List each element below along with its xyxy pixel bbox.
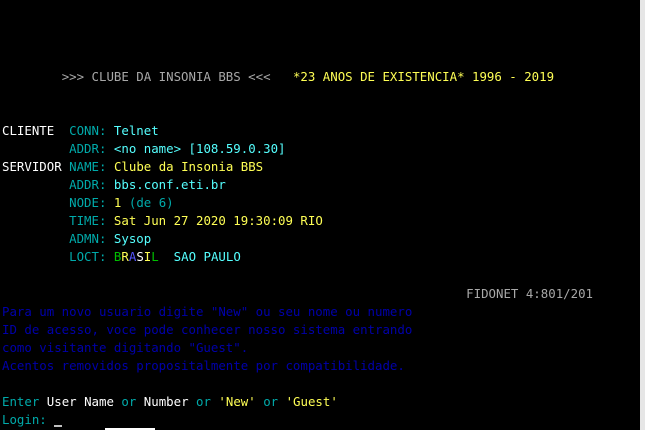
loct-letter-r: R <box>121 249 129 264</box>
server-time-label: TIME: <box>69 213 107 228</box>
prompt-user-name: User Name <box>46 394 114 409</box>
prompt-number: Number <box>143 394 189 409</box>
notice-line-3: como visitante digitando "Guest". <box>2 340 249 355</box>
server-time-value: Sat Jun 27 2020 19:30:09 RIO <box>113 213 323 228</box>
client-addr-label: ADDR: <box>69 141 107 156</box>
server-loct-label: LOCT: <box>69 249 107 264</box>
server-section-label: SERVIDOR <box>2 159 62 174</box>
loct-letter-s: S <box>136 249 144 264</box>
vertical-scrollbar[interactable] <box>640 0 645 430</box>
server-addr-row: ADDR: bbs.conf.eti.br <box>2 176 226 194</box>
client-section-label: CLIENTE <box>2 123 55 138</box>
anniversary-text: *23 ANOS DE EXISTENCIA* <box>292 69 465 84</box>
text-cursor[interactable] <box>54 425 63 427</box>
client-addr-value: <no name> [108.59.0.30] <box>113 141 286 156</box>
server-admn-value: Sysop <box>113 231 152 246</box>
server-node-label: NODE: <box>69 195 107 210</box>
server-name-value: Clube da Insonia BBS <box>113 159 264 174</box>
fidonet-address: FIDONET 4:801/201 <box>466 285 593 303</box>
server-addr-value: bbs.conf.eti.br <box>113 177 226 192</box>
server-admn-row: ADMN: Sysop <box>2 230 151 248</box>
login-input-row[interactable]: Login: <box>2 411 63 429</box>
prompt-or-1: or <box>121 394 137 409</box>
server-time-row: TIME: Sat Jun 27 2020 19:30:09 RIO <box>2 212 323 230</box>
server-admn-label: ADMN: <box>69 231 107 246</box>
client-addr-row: ADDR: <no name> [108.59.0.30] <box>2 140 286 158</box>
years-text: 1996 - 2019 <box>472 69 555 84</box>
notice-line-1: Para um novo usuario digite "New" ou seu… <box>2 304 413 319</box>
client-conn-row: CLIENTE CONN: Telnet <box>2 122 159 140</box>
prompt-or-2: or <box>196 394 211 409</box>
server-node-row: NODE: 1 (de 6) <box>2 194 174 212</box>
fidonet-text: FIDONET 4:801/201 <box>466 286 593 301</box>
server-addr-label: ADDR: <box>69 177 107 192</box>
server-name-row: SERVIDOR NAME: Clube da Insonia BBS <box>2 158 263 176</box>
login-label: Login: <box>2 412 47 427</box>
board-title: >>> CLUBE DA INSONIA BBS <<< <box>61 69 271 84</box>
loct-letter-l: L <box>151 249 159 264</box>
server-node-total: (de 6) <box>128 195 174 210</box>
login-prompt-row: Enter User Name or Number or 'New' or 'G… <box>2 393 338 411</box>
prompt-enter: Enter <box>2 394 40 409</box>
server-loct-row: LOCT: BRASIL SAO PAULO <box>2 248 241 266</box>
loct-city: SAO PAULO <box>173 249 241 264</box>
server-name-label: NAME: <box>69 159 107 174</box>
notice-line-2: ID de acesso, voce pode conhecer nosso s… <box>2 322 413 337</box>
prompt-new: 'New' <box>218 394 256 409</box>
prompt-or-3: or <box>263 394 279 409</box>
notice-line-4: Acentos removidos propositalmente por co… <box>2 358 405 373</box>
conn-label: CONN: <box>69 123 107 138</box>
conn-value: Telnet <box>113 123 159 138</box>
prompt-guest: 'Guest' <box>285 394 338 409</box>
header-line: >>> CLUBE DA INSONIA BBS <<< *23 ANOS DE… <box>2 68 554 86</box>
